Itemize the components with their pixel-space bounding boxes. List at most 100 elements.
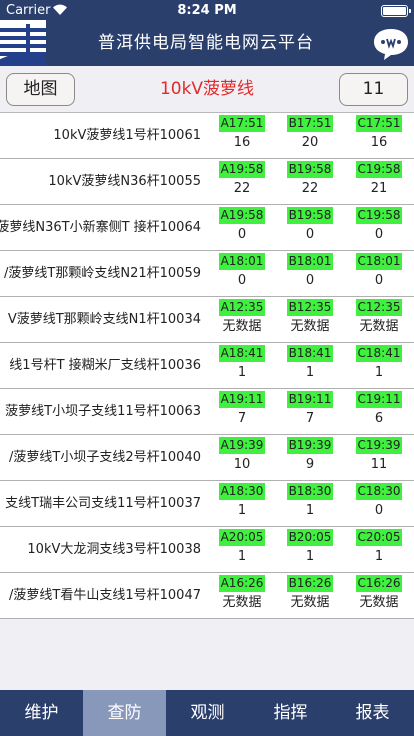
tab-observation[interactable]: 观测 (166, 690, 249, 736)
table-row[interactable]: V菠萝线T那颗岭支线N1杆10034 A12:35 无数据 B12:35 无数据 C12:… (0, 297, 414, 343)
phase-b-time: B18:30 (287, 483, 333, 500)
phase-a-time: A19:11 (219, 391, 265, 408)
phase-a-time: A18:41 (219, 345, 265, 362)
phase-a-time: A18:01 (219, 253, 265, 270)
table-row[interactable]: /菠萝线T小坝子支线2号杆10040 A19:39 10 B19:39 9 C19:39 1… (0, 435, 414, 481)
phase-c-time: C18:30 (356, 483, 402, 500)
device-name-text: 支线T瑞丰公司支线11号杆10037 (5, 496, 201, 511)
phase-b-value: 7 (305, 411, 315, 426)
device-count-button[interactable]: 11 (339, 73, 408, 106)
phase-c-value: 11 (370, 457, 388, 472)
phase-a-time: A20:05 (219, 529, 265, 546)
phase-b-value: 1 (305, 365, 315, 380)
phase-c-cell: C17:51 16 (356, 115, 402, 157)
phase-c-cell: C16:26 无数据 (356, 575, 402, 617)
device-name: 10kV大龙洞支线3号杆10038 (0, 527, 201, 572)
tab-maintenance[interactable]: 维护 (0, 690, 83, 736)
phase-c-time: C16:26 (356, 575, 402, 592)
phase-b-time: B12:35 (287, 299, 333, 316)
phase-c-time: C12:35 (356, 299, 402, 316)
phase-a-value: 0 (237, 227, 247, 242)
phase-c-cell: C19:11 6 (356, 391, 402, 433)
phase-c-cell: C18:01 0 (356, 253, 402, 295)
phase-c-cell: C18:41 1 (356, 345, 402, 387)
device-list: 10kV菠萝线1号杆10061 A17:51 16 B17:51 20 C17:51 16 1… (0, 113, 414, 619)
status-bar: Carrier 8:24 PM (0, 0, 414, 20)
phase-b-value: 无数据 (290, 595, 330, 610)
table-row[interactable]: 10kV菠萝线1号杆10061 A17:51 16 B17:51 20 C17:51 16 (0, 113, 414, 159)
control-bar: 地图 10kV菠萝线 11 (0, 66, 414, 113)
phase-b-value: 1 (305, 549, 315, 564)
table-row[interactable]: /菠萝线T那颗岭支线N21杆10059 A18:01 0 B18:01 0 C18:01 0 (0, 251, 414, 297)
phase-c-time: C17:51 (356, 115, 402, 132)
device-name-text: /菠萝线T那颗岭支线N21杆10059 (4, 266, 201, 281)
device-name: 10kV菠萝线1号杆10061 (0, 113, 201, 158)
phase-c-value: 1 (374, 365, 384, 380)
phase-a-value: 7 (237, 411, 247, 426)
device-name-text: 10kV大龙洞支线3号杆10038 (27, 542, 201, 557)
phase-a-time: A16:26 (219, 575, 265, 592)
phase-b-value: 0 (305, 227, 315, 242)
phase-c-cell: C19:39 11 (356, 437, 402, 479)
phase-c-value: 21 (370, 181, 388, 196)
phase-a-value: 0 (237, 273, 247, 288)
phase-a-cell: A19:58 0 (219, 207, 265, 249)
device-name: 菠萝线T小坝子支线11号杆10063 (0, 389, 201, 434)
device-name-text: 菠萝线N36T小新寨侧T 接杆10064 (0, 220, 201, 235)
phase-b-value: 1 (305, 503, 315, 518)
table-row[interactable]: 支线T瑞丰公司支线11号杆10037 A18:30 1 B18:30 1 C18:30 0 (0, 481, 414, 527)
app-title: 普洱供电局智能电网云平台 (98, 33, 314, 53)
device-name: /菠萝线T那颗岭支线N21杆10059 (0, 251, 201, 296)
device-name: 支线T瑞丰公司支线11号杆10037 (0, 481, 201, 526)
table-row[interactable]: 菠萝线N36T小新寨侧T 接杆10064 A19:58 0 B19:58 0 C19:58… (0, 205, 414, 251)
phase-c-value: 0 (374, 503, 384, 518)
phase-b-cell: B18:30 1 (287, 483, 333, 525)
phase-c-time: C18:41 (356, 345, 402, 362)
phase-a-cell: A18:30 1 (219, 483, 265, 525)
phase-b-cell: B12:35 无数据 (287, 299, 333, 341)
device-name-text: 菠萝线T小坝子支线11号杆10063 (5, 404, 201, 419)
table-row[interactable]: 10kV菠萝线N36杆10055 A19:58 22 B19:58 22 C19:58 21 (0, 159, 414, 205)
map-button[interactable]: 地图 (6, 73, 75, 106)
tab-reports[interactable]: 报表 (331, 690, 414, 736)
phase-b-cell: B19:58 0 (287, 207, 333, 249)
phase-c-time: C19:58 (356, 207, 402, 224)
phase-b-value: 9 (305, 457, 315, 472)
line-name: 10kV菠萝线 (159, 79, 255, 99)
device-name: 10kV菠萝线N36杆10055 (0, 159, 201, 204)
phase-a-value: 10 (233, 457, 251, 472)
table-row[interactable]: 菠萝线T小坝子支线11号杆10063 A19:11 7 B19:11 7 C19:11 6 (0, 389, 414, 435)
device-name-text: 10kV菠萝线N36杆10055 (48, 174, 201, 189)
phase-c-time: C19:39 (356, 437, 402, 454)
phase-b-time: B19:58 (287, 161, 333, 178)
chat-icon[interactable] (372, 24, 410, 62)
device-name-text: V菠萝线T那颗岭支线N1杆10034 (7, 312, 201, 327)
phase-c-time: C20:05 (356, 529, 402, 546)
phase-c-value: 无数据 (359, 595, 399, 610)
phase-b-time: B19:58 (287, 207, 333, 224)
phase-c-time: C19:58 (356, 161, 402, 178)
device-name: 线1号杆T 接糊米厂支线杆10036 (0, 343, 201, 388)
phase-b-time: B19:39 (287, 437, 333, 454)
phase-c-time: C18:01 (356, 253, 402, 270)
table-row[interactable]: 10kV大龙洞支线3号杆10038 A20:05 1 B20:05 1 C20:05 1 (0, 527, 414, 573)
phase-b-time: B16:26 (287, 575, 333, 592)
phase-a-cell: A17:51 16 (219, 115, 265, 157)
table-row[interactable]: /菠萝线T看牛山支线1号杆10047 A16:26 无数据 B16:26 无数据 C16:… (0, 573, 414, 619)
phase-b-value: 无数据 (290, 319, 330, 334)
phase-b-cell: B18:41 1 (287, 345, 333, 387)
device-name-text: 10kV菠萝线1号杆10061 (53, 128, 201, 143)
phase-b-cell: B19:11 7 (287, 391, 333, 433)
app-root: Carrier 8:24 PM 普洱供电局智能电网云平台 地图 10kV菠萝线 … (0, 0, 414, 736)
tab-command[interactable]: 指挥 (249, 690, 332, 736)
tab-inspection[interactable]: 查防 (83, 690, 166, 736)
table-row[interactable]: 线1号杆T 接糊米厂支线杆10036 A18:41 1 B18:41 1 C18:41 1 (0, 343, 414, 389)
phase-a-cell: A18:41 1 (219, 345, 265, 387)
phase-b-time: B18:01 (287, 253, 333, 270)
app-header: 普洱供电局智能电网云平台 (0, 20, 414, 66)
phase-c-cell: C19:58 0 (356, 207, 402, 249)
phase-a-value: 1 (237, 549, 247, 564)
device-name: V菠萝线T那颗岭支线N1杆10034 (0, 297, 201, 342)
phase-b-cell: B18:01 0 (287, 253, 333, 295)
phase-a-time: A19:39 (219, 437, 265, 454)
